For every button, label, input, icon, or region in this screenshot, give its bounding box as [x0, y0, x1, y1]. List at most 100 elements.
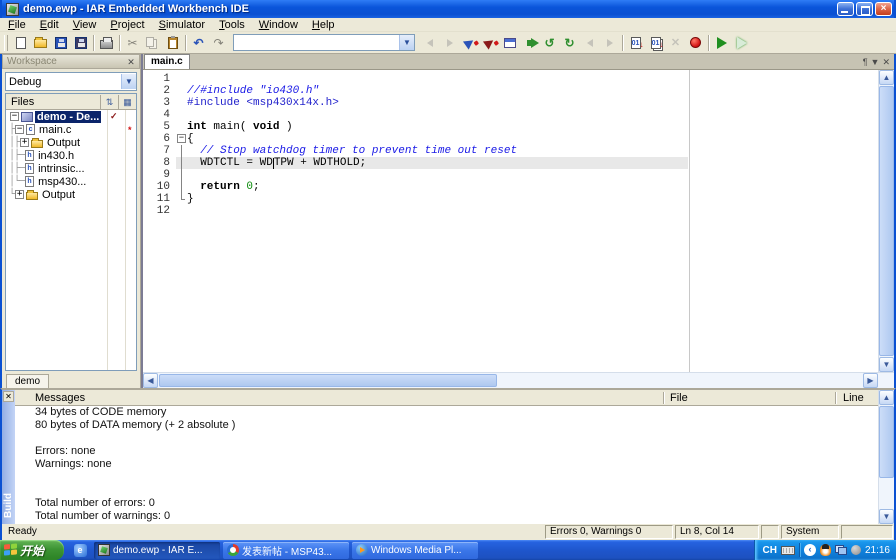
taskbar-task-wmp[interactable]: Windows Media Pl...: [352, 541, 478, 559]
menu-edit[interactable]: Edit: [33, 19, 66, 31]
fold-collapse-icon[interactable]: −: [177, 134, 186, 143]
build-pane-close-icon[interactable]: ✕: [3, 391, 14, 402]
print-button[interactable]: [97, 34, 116, 52]
scroll-down-icon[interactable]: ▼: [879, 357, 894, 372]
prev-error-button[interactable]: [580, 34, 599, 52]
collapse-icon[interactable]: −: [15, 125, 25, 134]
menu-view[interactable]: View: [66, 19, 104, 31]
find-combo[interactable]: ▼: [233, 34, 415, 51]
expand-icon[interactable]: +: [20, 138, 30, 147]
close-button[interactable]: ×: [875, 2, 892, 16]
stop-build-button[interactable]: ✕: [666, 34, 685, 52]
download-debug-button[interactable]: [712, 34, 731, 52]
collapse-icon[interactable]: −: [10, 112, 19, 121]
menu-file[interactable]: File: [1, 19, 33, 31]
expand-icon[interactable]: +: [15, 190, 25, 199]
language-indicator[interactable]: CH: [763, 545, 777, 556]
messages-vertical-scrollbar[interactable]: ▲ ▼: [878, 390, 894, 524]
menu-tools[interactable]: Tools: [212, 19, 252, 31]
tree-item-intrinsic-[interactable]: │├─ h intrinsic...: [6, 162, 136, 175]
next-bookmark-button[interactable]: [480, 34, 500, 52]
code-line-2[interactable]: 2 //#include "io430.h": [143, 85, 878, 97]
code-line-12[interactable]: 12: [143, 205, 878, 217]
messages-scroll-down-icon[interactable]: ▼: [879, 509, 894, 524]
navigate-button[interactable]: [500, 34, 519, 52]
code-line-6[interactable]: 6−{: [143, 133, 878, 145]
editor-vertical-scrollbar[interactable]: ▲ ▼: [878, 70, 894, 372]
editor-body[interactable]: 1 2 //#include "io430.h" 3 #include <msp430x…: [143, 70, 894, 372]
menu-project[interactable]: Project: [103, 19, 151, 31]
workspace-close-icon[interactable]: ✕: [125, 56, 137, 68]
tab-main-c[interactable]: main.c: [144, 54, 190, 69]
save-button[interactable]: [51, 34, 70, 52]
file-column-header[interactable]: File: [670, 391, 688, 405]
scroll-left-icon[interactable]: ◀: [143, 373, 158, 388]
messages-column-header[interactable]: Messages: [35, 391, 85, 405]
find-combo-arrow-icon[interactable]: ▼: [399, 35, 414, 50]
copy-button[interactable]: [143, 34, 162, 52]
options-column-icon[interactable]: ▦: [118, 94, 136, 109]
go-to-definition-button[interactable]: [520, 34, 539, 52]
save-all-button[interactable]: [71, 34, 90, 52]
find-input[interactable]: [234, 36, 399, 49]
tab-list-arrow-icon[interactable]: ▼: [871, 58, 880, 67]
start-button[interactable]: 开始: [0, 540, 64, 560]
sort-column-icon[interactable]: ⇅: [100, 94, 118, 109]
paste-button[interactable]: [163, 34, 182, 52]
tray-collapse-icon[interactable]: ‹: [803, 544, 816, 556]
qq-tray-icon[interactable]: [819, 544, 831, 556]
messages-scroll-thumb[interactable]: [879, 406, 894, 478]
network-tray-icon[interactable]: [834, 545, 847, 555]
redo-button[interactable]: ↷: [209, 34, 228, 52]
configuration-dropdown[interactable]: Debug ▼: [5, 72, 137, 91]
files-column-header[interactable]: Files: [6, 96, 100, 108]
navigate-forward-button[interactable]: ↻: [560, 34, 579, 52]
horizontal-scroll-thumb[interactable]: [159, 374, 498, 387]
messages-scroll-up-icon[interactable]: ▲: [879, 390, 894, 405]
tree-item-in430-h[interactable]: │├─ h in430.h: [6, 149, 136, 162]
code-area[interactable]: 1 2 //#include "io430.h" 3 #include <msp430x…: [143, 70, 878, 372]
code-line-3[interactable]: 3 #include <msp430x14x.h>: [143, 97, 878, 109]
find-next-button[interactable]: [440, 34, 459, 52]
minimize-button[interactable]: [837, 2, 854, 16]
next-error-button[interactable]: [600, 34, 619, 52]
tree-item-msp430-[interactable]: │└─ h msp430...: [6, 175, 136, 188]
restore-button[interactable]: [856, 2, 873, 16]
editor-horizontal-scrollbar[interactable]: ◀ ▶: [143, 372, 894, 388]
vertical-scroll-thumb[interactable]: [879, 86, 894, 356]
tree-item-demo-de-[interactable]: − demo - De... ✓: [6, 110, 136, 123]
keyboard-icon[interactable]: [780, 545, 795, 555]
quick-launch-ie-icon[interactable]: e: [73, 543, 87, 557]
taskbar-task-browser[interactable]: 发表新帖 - MSP43...: [223, 541, 349, 559]
tab-close-icon[interactable]: ✕: [882, 58, 890, 67]
undo-button[interactable]: ↶: [189, 34, 208, 52]
cut-button[interactable]: ✂: [123, 34, 142, 52]
line-column-header[interactable]: Line: [843, 391, 864, 405]
code-line-8[interactable]: 8 WDTCTL = WDTPW + WDTHOLD;: [143, 157, 878, 169]
code-line-9[interactable]: 9: [143, 169, 878, 181]
compile-button[interactable]: 01: [626, 34, 645, 52]
code-line-4[interactable]: 4: [143, 109, 878, 121]
menu-window[interactable]: Window: [252, 19, 305, 31]
scroll-right-icon[interactable]: ▶: [863, 373, 878, 388]
code-line-5[interactable]: 5 int main( void ): [143, 121, 878, 133]
tab-context-icon[interactable]: ¶: [863, 58, 868, 67]
tree-item-output[interactable]: │├ + Output: [6, 136, 136, 149]
menu-simulator[interactable]: Simulator: [152, 19, 212, 31]
code-line-7[interactable]: 7 // Stop watchdog timer to prevent time…: [143, 145, 878, 157]
scroll-up-icon[interactable]: ▲: [879, 70, 894, 85]
configuration-dropdown-arrow-icon[interactable]: ▼: [121, 74, 136, 89]
volume-tray-icon[interactable]: [850, 545, 861, 555]
tree-item-output[interactable]: └ + Output: [6, 188, 136, 201]
debug-without-download-button[interactable]: [732, 34, 751, 52]
navigate-backward-button[interactable]: ↺: [540, 34, 559, 52]
code-line-11[interactable]: 11}: [143, 193, 878, 205]
tree-item-main-c[interactable]: ├ − c main.c *: [6, 123, 136, 136]
build-pane-tab[interactable]: Build: [3, 493, 14, 518]
toggle-breakpoint-button[interactable]: [686, 34, 705, 52]
make-button[interactable]: 01: [646, 34, 665, 52]
workspace-tab-demo[interactable]: demo: [6, 374, 50, 388]
code-line-10[interactable]: 10 return 0;: [143, 181, 878, 193]
menu-help[interactable]: Help: [305, 19, 342, 31]
code-line-1[interactable]: 1: [143, 73, 878, 85]
